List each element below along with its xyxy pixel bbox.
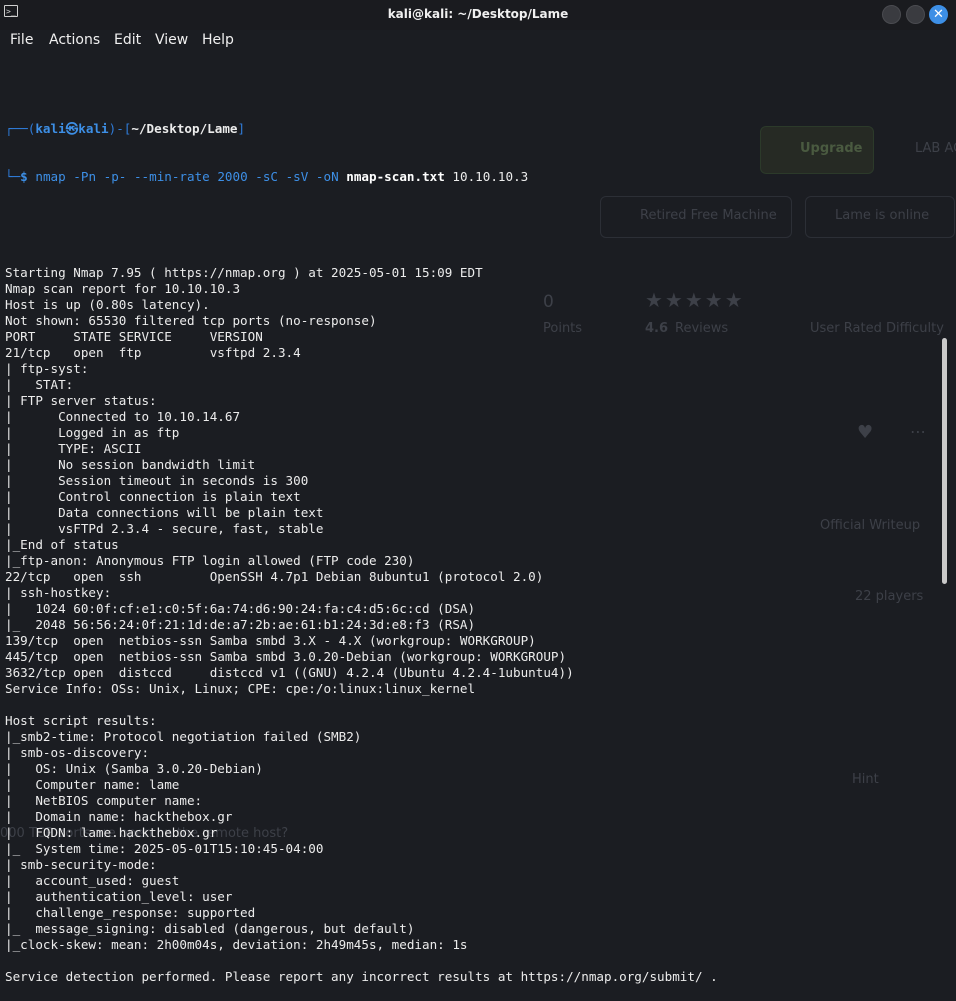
output-line: | NetBIOS computer name:: [5, 793, 210, 808]
output-line: | authentication_level: user: [5, 889, 233, 904]
prompt-close: ]: [237, 121, 246, 136]
output-line: | ftp-syst:: [5, 361, 96, 376]
output-line: Starting Nmap 7.95 ( https://nmap.org ) …: [5, 265, 483, 280]
output-line: | vsFTPd 2.3.4 - secure, fast, stable: [5, 521, 324, 536]
prompt-open: ┌──(: [5, 121, 36, 136]
output-line: |_ message_signing: disabled (dangerous,…: [5, 921, 415, 936]
output-line: | No session bandwidth limit: [5, 457, 256, 472]
output-line: | Computer name: lame: [5, 777, 180, 792]
menu-actions[interactable]: Actions: [49, 32, 100, 48]
output-line: | Connected to 10.10.14.67: [5, 409, 241, 424]
output-line: Service detection performed. Please repo…: [5, 969, 718, 984]
prompt-mid: )-[: [108, 121, 132, 136]
window-titlebar[interactable]: >_ kali@kali: ~/Desktop/Lame ✕: [0, 0, 956, 30]
terminal-output[interactable]: ┌──(kali㉿kali)-[~/Desktop/Lame] └─$ nmap…: [5, 89, 936, 1001]
output-line: |_End of status: [5, 537, 119, 552]
close-button[interactable]: ✕: [929, 5, 948, 24]
output-line: 445/tcp open netbios-ssn Samba smbd 3.0.…: [5, 649, 567, 664]
output-line: | Domain name: hackthebox.gr: [5, 809, 233, 824]
menu-bar: File Actions Edit View Help: [0, 30, 956, 52]
output-line: |_ System time: 2025-05-01T15:10:45-04:0…: [5, 841, 324, 856]
command-target: 10.10.10.3: [444, 169, 529, 184]
output-line: Nmap scan report for 10.10.10.3: [5, 281, 241, 296]
menu-file[interactable]: File: [10, 32, 33, 48]
prompt-path: ~/Desktop/Lame: [131, 121, 238, 136]
output-line: 21/tcp open ftp vsftpd 2.3.4: [5, 345, 301, 360]
output-line: | smb-security-mode:: [5, 857, 165, 872]
prompt-user: kali㉿kali: [35, 121, 109, 136]
output-line: 3632/tcp open distccd distccd v1 ((GNU) …: [5, 665, 574, 680]
output-line: |_ 2048 56:56:24:0f:21:1d:de:a7:2b:ae:61…: [5, 617, 476, 632]
output-line: | TYPE: ASCII: [5, 441, 142, 456]
output-line: Service Info: OSs: Unix, Linux; CPE: cpe…: [5, 681, 476, 696]
output-line: | Data connections will be plain text: [5, 505, 324, 520]
output-line: | Session timeout in seconds is 300: [5, 473, 309, 488]
minimize-button[interactable]: [882, 5, 901, 24]
output-line: | Logged in as ftp: [5, 425, 180, 440]
prompt-corner: └─: [5, 169, 21, 184]
output-line: | account_used: guest: [5, 873, 180, 888]
scan-output: Starting Nmap 7.95 ( https://nmap.org ) …: [5, 265, 936, 985]
prompt-dollar: $: [20, 169, 28, 184]
prompt-line: ┌──(kali㉿kali)-[~/Desktop/Lame]: [5, 121, 936, 137]
output-line: | smb-os-discovery:: [5, 745, 157, 760]
output-line: Host script results:: [5, 713, 157, 728]
output-line: |_ftp-anon: Anonymous FTP login allowed …: [5, 553, 415, 568]
menu-help[interactable]: Help: [202, 32, 234, 48]
output-line: |_smb2-time: Protocol negotiation failed…: [5, 729, 362, 744]
output-line: | FQDN: lame.hackthebox.gr: [5, 825, 218, 840]
output-line: 22/tcp open ssh OpenSSH 4.7p1 Debian 8ub…: [5, 569, 544, 584]
output-line: | STAT:: [5, 377, 81, 392]
window-title: kali@kali: ~/Desktop/Lame: [387, 7, 569, 21]
command-name: nmap: [35, 169, 66, 184]
output-line: 139/tcp open netbios-ssn Samba smbd 3.X …: [5, 633, 536, 648]
output-line: | OS: Unix (Samba 3.0.20-Debian): [5, 761, 263, 776]
output-line: |_clock-skew: mean: 2h00m04s, deviation:…: [5, 937, 468, 952]
terminal-scrollbar[interactable]: [942, 338, 947, 584]
output-line: | challenge_response: supported: [5, 905, 256, 920]
menu-edit[interactable]: Edit: [114, 32, 141, 48]
menu-view[interactable]: View: [155, 32, 188, 48]
output-line: Not shown: 65530 filtered tcp ports (no-…: [5, 313, 377, 328]
command-file: nmap-scan.txt: [346, 169, 445, 184]
command-args: -Pn -p- --min-rate 2000 -sC -sV -oN: [65, 169, 347, 184]
output-line: PORT STATE SERVICE VERSION: [5, 329, 263, 344]
output-line: | FTP server status:: [5, 393, 157, 408]
maximize-button[interactable]: [906, 5, 925, 24]
command-line: └─$ nmap -Pn -p- --min-rate 2000 -sC -sV…: [5, 169, 936, 185]
output-line: Host is up (0.80s latency).: [5, 297, 210, 312]
output-line: | 1024 60:0f:cf:e1:c0:5f:6a:74:d6:90:24:…: [5, 601, 476, 616]
output-line: | Control connection is plain text: [5, 489, 301, 504]
output-line: | ssh-hostkey:: [5, 585, 119, 600]
